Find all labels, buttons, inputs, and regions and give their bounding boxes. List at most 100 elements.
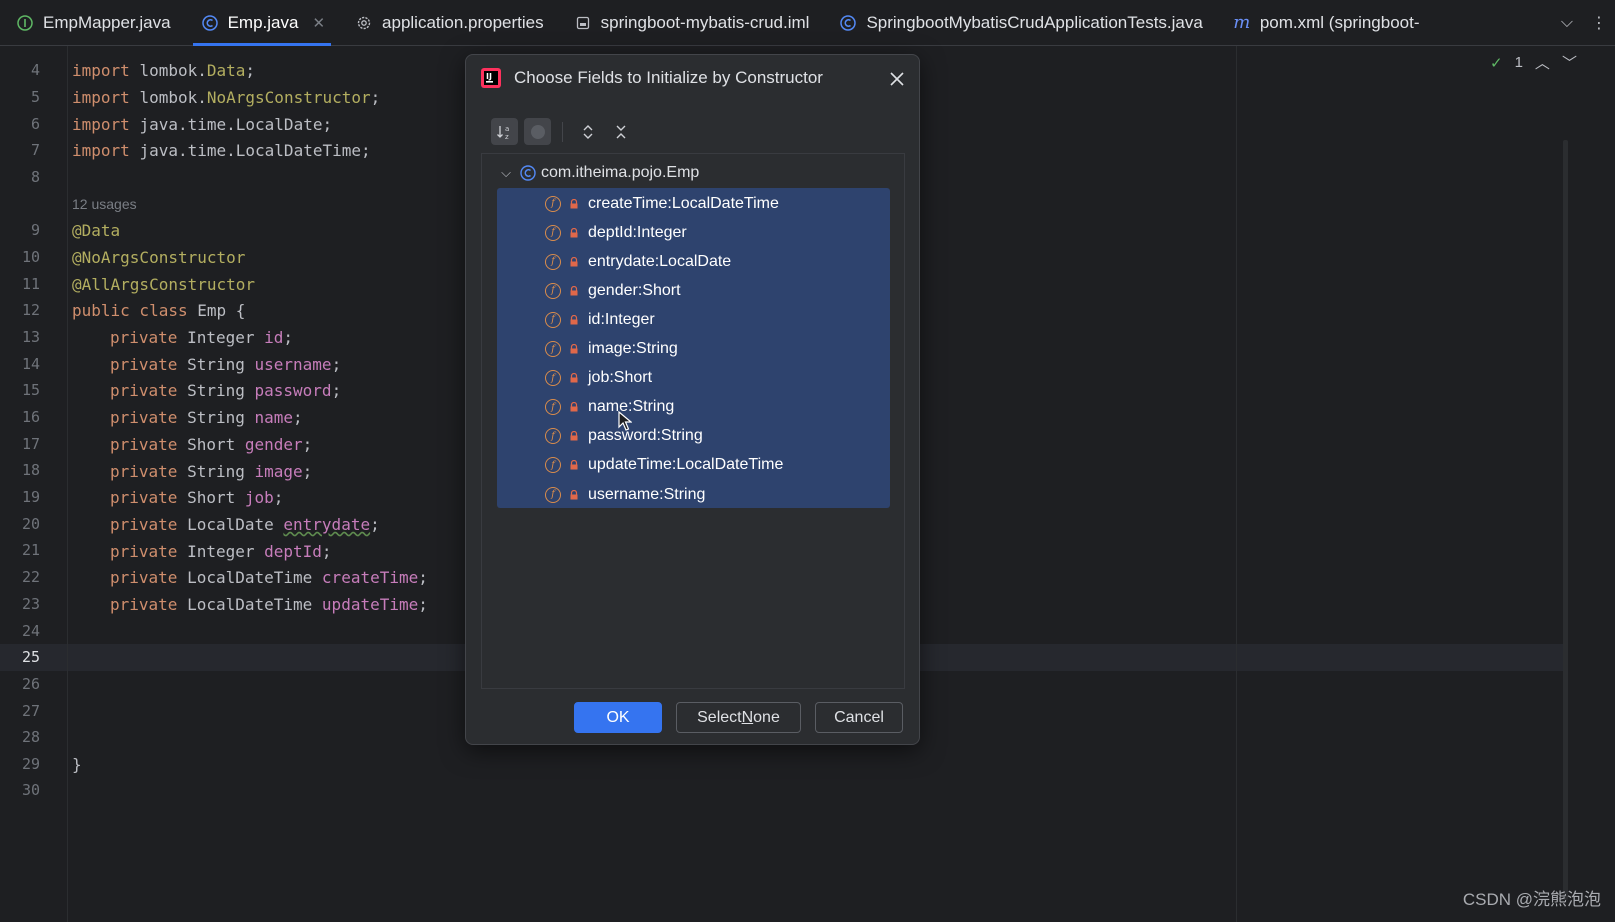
tab-application-properties[interactable]: application.properties bbox=[339, 0, 558, 46]
line-number[interactable]: 26 bbox=[0, 675, 40, 693]
field-declaration-line[interactable]: private Short job; bbox=[110, 488, 283, 507]
line-number[interactable]: 8 bbox=[0, 168, 40, 186]
field-row[interactable]: f createTime:LocalDateTime bbox=[497, 189, 890, 218]
cancel-button[interactable]: Cancel bbox=[815, 702, 903, 733]
tab-label: springboot-mybatis-crud.iml bbox=[600, 12, 810, 32]
line-number[interactable]: 13 bbox=[0, 328, 40, 346]
code-line-9[interactable]: @Data bbox=[72, 221, 120, 240]
field-declaration-line[interactable]: private Integer deptId; bbox=[110, 542, 332, 561]
show-fields-toggle-icon[interactable] bbox=[524, 118, 551, 145]
field-declaration-line[interactable]: private LocalDate entrydate; bbox=[110, 515, 380, 534]
field-row[interactable]: f deptId:Integer bbox=[497, 218, 890, 247]
select-none-button[interactable]: Select None bbox=[676, 702, 801, 733]
line-number[interactable]: 5 bbox=[0, 88, 40, 106]
line-number[interactable]: 14 bbox=[0, 355, 40, 373]
close-tab-icon[interactable]: ✕ bbox=[312, 14, 325, 32]
field-row[interactable]: f username:String bbox=[497, 480, 890, 509]
line-number[interactable]: 28 bbox=[0, 728, 40, 746]
field-row[interactable]: f password:String bbox=[497, 422, 890, 451]
tab-application-tests[interactable]: SpringbootMybatisCrudApplicationTests.ja… bbox=[823, 0, 1216, 46]
field-row[interactable]: f updateTime:LocalDateTime bbox=[497, 451, 890, 480]
field-type: Integer bbox=[187, 328, 265, 347]
import-path: java.time.LocalDateTime; bbox=[139, 141, 371, 160]
more-options-icon[interactable]: ⋮ bbox=[1591, 13, 1607, 33]
field-row[interactable]: f gender:Short bbox=[497, 276, 890, 305]
module-file-icon bbox=[574, 14, 592, 32]
field-label: updateTime:LocalDateTime bbox=[588, 456, 784, 474]
chevron-down-icon[interactable]: ⌵ bbox=[496, 165, 516, 181]
field-declaration-line[interactable]: private String name; bbox=[110, 408, 303, 427]
expand-all-icon[interactable] bbox=[574, 118, 601, 145]
code-line-10[interactable]: @NoArgsConstructor bbox=[72, 248, 245, 267]
field-declaration-line[interactable]: private String username; bbox=[110, 355, 341, 374]
field-declaration-line[interactable]: private Short gender; bbox=[110, 435, 312, 454]
field-row[interactable]: f entrydate:LocalDate bbox=[497, 247, 890, 276]
tab-list-chevron-icon[interactable]: ⌵ bbox=[1561, 14, 1573, 32]
line-number[interactable]: 15 bbox=[0, 381, 40, 399]
code-line-5[interactable]: import lombok.NoArgsConstructor; bbox=[72, 88, 380, 107]
line-number[interactable]: 21 bbox=[0, 541, 40, 559]
field-label: image:String bbox=[588, 340, 678, 357]
line-number[interactable]: 4 bbox=[0, 61, 40, 79]
line-number[interactable]: 27 bbox=[0, 702, 40, 720]
keyword: private bbox=[110, 595, 188, 614]
sort-alphabetically-icon[interactable]: az bbox=[491, 118, 518, 145]
field-row[interactable]: f image:String bbox=[497, 335, 890, 364]
class-ref: Data bbox=[206, 61, 246, 80]
usages-hint[interactable]: 12 usages bbox=[72, 196, 137, 212]
punct: ; bbox=[293, 408, 303, 427]
punct: ; bbox=[418, 595, 428, 614]
field-declaration-line[interactable]: private String password; bbox=[110, 381, 341, 400]
code-line-29[interactable]: } bbox=[72, 755, 82, 774]
punct: ; bbox=[331, 381, 342, 400]
field-name: id bbox=[264, 328, 284, 347]
line-number[interactable]: 29 bbox=[0, 755, 40, 773]
tab-emp[interactable]: Emp.java ✕ bbox=[185, 0, 339, 46]
line-number[interactable]: 9 bbox=[0, 221, 40, 239]
line-number[interactable]: 30 bbox=[0, 781, 40, 799]
field-declaration-line[interactable]: private String image; bbox=[110, 462, 312, 481]
inspection-widget[interactable]: ✓ 1 ︿ ﹀ bbox=[1490, 52, 1577, 73]
line-number[interactable]: 16 bbox=[0, 408, 40, 426]
tab-pom[interactable]: m pom.xml (springboot- bbox=[1217, 0, 1434, 46]
line-number[interactable]: 17 bbox=[0, 435, 40, 453]
field-declaration-line[interactable]: private LocalDateTime createTime; bbox=[110, 568, 428, 587]
line-number[interactable]: 18 bbox=[0, 461, 40, 479]
field-declaration-line[interactable]: private Integer id; bbox=[110, 328, 293, 347]
close-icon[interactable] bbox=[885, 67, 909, 91]
line-number[interactable]: 22 bbox=[0, 568, 40, 586]
keyword: private bbox=[110, 435, 188, 454]
code-line-12[interactable]: public class Emp { bbox=[72, 301, 245, 320]
keyword: private bbox=[110, 355, 188, 374]
line-number[interactable]: 6 bbox=[0, 115, 40, 133]
ok-button[interactable]: OK bbox=[574, 702, 662, 733]
line-number[interactable]: 19 bbox=[0, 488, 40, 506]
fields-tree[interactable]: ⌵ com.itheima.pojo.Emp f createTime:Local… bbox=[481, 153, 905, 689]
field-type: LocalDate bbox=[187, 515, 284, 534]
svg-text:IJ: IJ bbox=[486, 72, 492, 81]
line-number[interactable]: 7 bbox=[0, 141, 40, 159]
code-line-4[interactable]: import lombok.Data; bbox=[72, 61, 255, 80]
previous-highlight-icon[interactable]: ︿ bbox=[1535, 52, 1550, 73]
code-line-7[interactable]: import java.time.LocalDateTime; bbox=[72, 141, 371, 160]
collapse-all-icon[interactable] bbox=[607, 118, 634, 145]
tab-empmapper[interactable]: EmpMapper.java bbox=[0, 0, 185, 46]
field-row[interactable]: f name:String bbox=[497, 393, 890, 422]
code-line-6[interactable]: import java.time.LocalDate; bbox=[72, 115, 332, 134]
line-number[interactable]: 12 bbox=[0, 301, 40, 319]
code-line-11[interactable]: @AllArgsConstructor bbox=[72, 275, 255, 294]
tree-root-node[interactable]: ⌵ com.itheima.pojo.Emp bbox=[496, 162, 699, 184]
line-number[interactable]: 10 bbox=[0, 248, 40, 266]
field-declaration-line[interactable]: private LocalDateTime updateTime; bbox=[110, 595, 428, 614]
line-number[interactable]: 23 bbox=[0, 595, 40, 613]
field-row[interactable]: f job:Short bbox=[497, 364, 890, 393]
line-number[interactable]: 24 bbox=[0, 622, 40, 640]
line-number[interactable]: 11 bbox=[0, 275, 40, 293]
line-number[interactable]: 25 bbox=[0, 648, 40, 666]
next-highlight-icon[interactable]: ﹀ bbox=[1562, 52, 1577, 73]
interface-icon bbox=[16, 14, 34, 32]
line-number[interactable]: 20 bbox=[0, 515, 40, 533]
tab-iml[interactable]: springboot-mybatis-crud.iml bbox=[558, 0, 824, 46]
vertical-scrollbar[interactable] bbox=[1563, 140, 1568, 900]
field-row[interactable]: f id:Integer bbox=[497, 305, 890, 334]
